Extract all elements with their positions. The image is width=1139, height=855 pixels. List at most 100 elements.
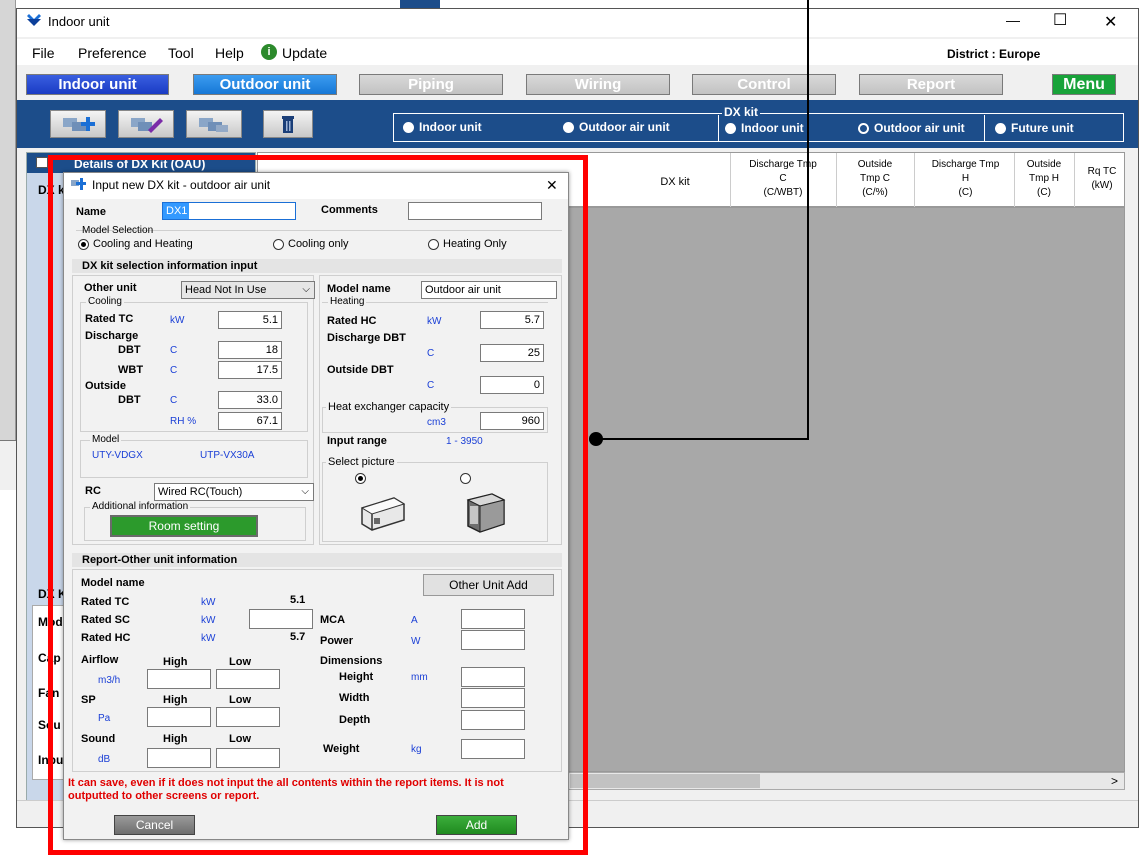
tab-wiring[interactable]: Wiring <box>526 74 670 95</box>
col-discharge-h-l1: Discharge Tmp <box>931 159 1000 170</box>
airflow-label: Airflow <box>81 654 119 666</box>
radio-heating-only-label: Heating Only <box>443 238 507 250</box>
box-unit-picture[interactable] <box>464 492 508 534</box>
heating-group-label: Heating <box>328 296 367 307</box>
radio-heating-only[interactable]: Heating Only <box>428 238 507 250</box>
tab-menu[interactable]: Menu <box>1052 74 1116 95</box>
dialog-close-button[interactable]: ✕ <box>546 177 558 194</box>
name-input[interactable]: DX1 <box>162 202 296 220</box>
tab-indoor-unit[interactable]: Indoor unit <box>26 74 169 95</box>
power-input[interactable] <box>461 630 525 650</box>
radio-indoor-unit[interactable]: Indoor unit <box>403 120 482 134</box>
radio-outdoor-air-unit[interactable]: Outdoor air unit <box>563 120 670 134</box>
wall-unit-picture[interactable] <box>358 494 408 532</box>
edit-kit-icon <box>131 118 163 133</box>
rated-tc-input[interactable]: 5.1 <box>218 311 282 329</box>
window-title: Indoor unit <box>48 14 110 29</box>
comments-label: Comments <box>321 204 378 216</box>
menu-update[interactable]: Update <box>282 45 327 61</box>
col-outside-c-l1: Outside <box>857 159 893 170</box>
width-label: Width <box>339 692 370 704</box>
sound-low-input[interactable] <box>216 748 280 768</box>
weight-input[interactable] <box>461 739 525 759</box>
info-icon: i <box>261 44 277 60</box>
outside-dbt-input[interactable]: 33.0 <box>218 391 282 409</box>
rc-label: RC <box>85 485 101 497</box>
report-rated-sc-input[interactable] <box>249 609 313 629</box>
cancel-button[interactable]: Cancel <box>114 815 195 835</box>
tab-report[interactable]: Report <box>859 74 1003 95</box>
outside-dbt-label: DBT <box>118 394 141 406</box>
radio-dxkit-indoor[interactable]: Indoor unit <box>725 121 804 135</box>
copy-button[interactable] <box>186 110 242 138</box>
rc-select[interactable]: Wired RC(Touch) ⌵ <box>154 483 314 501</box>
minimize-button[interactable]: — <box>1006 12 1020 28</box>
chevron-down-icon: ⌵ <box>301 486 309 497</box>
sp-high-input[interactable] <box>147 707 211 727</box>
dxkit-group-label: DX kit <box>722 105 761 119</box>
radio-dxkit-outdoor[interactable]: Outdoor air unit <box>858 121 965 135</box>
wbt-input[interactable]: 17.5 <box>218 361 282 379</box>
scroll-right-arrow[interactable]: > <box>1111 774 1118 788</box>
mca-label: MCA <box>320 614 346 626</box>
sp-high-label: High <box>163 694 188 706</box>
sp-low-input[interactable] <box>216 707 280 727</box>
airflow-low-input[interactable] <box>216 669 280 689</box>
radio-future-unit[interactable]: Future unit <box>995 121 1074 135</box>
hex-label: Heat exchanger capacity <box>326 401 452 413</box>
radio-outdoor-air-unit-label: Outdoor air unit <box>579 120 670 134</box>
close-button[interactable]: ✕ <box>1104 12 1117 32</box>
scrollbar-thumb[interactable] <box>570 774 760 788</box>
menu-file[interactable]: File <box>32 45 55 61</box>
comments-input[interactable] <box>408 202 542 220</box>
radio-cooling-only[interactable]: Cooling only <box>273 238 349 250</box>
room-setting-button[interactable]: Room setting <box>110 515 258 537</box>
rated-hc-input[interactable]: 5.7 <box>480 311 544 329</box>
picture-radio-wall[interactable] <box>355 471 370 485</box>
rated-hc-unit: kW <box>427 316 442 327</box>
model-indoor: UTY-VDGX <box>92 450 143 461</box>
tab-outdoor-unit[interactable]: Outdoor unit <box>193 74 337 95</box>
other-unit-add-button[interactable]: Other Unit Add <box>423 574 554 596</box>
warning-text: It can save, even if it does not input t… <box>68 777 504 802</box>
wbt-unit: C <box>170 365 178 376</box>
sound-unit: dB <box>98 754 111 765</box>
depth-input[interactable] <box>461 710 525 730</box>
report-rated-hc-label: Rated HC <box>81 632 131 644</box>
maximize-button[interactable]: ☐ <box>1053 10 1067 30</box>
section-dxkit-selection: DX kit selection information input <box>72 259 562 273</box>
cooling-group-label: Cooling <box>86 296 124 307</box>
width-input[interactable] <box>461 688 525 708</box>
edit-button[interactable] <box>118 110 174 138</box>
sound-high-input[interactable] <box>147 748 211 768</box>
model-name-input[interactable]: Outdoor air unit <box>421 281 557 299</box>
col-outside-c-header: Outside Tmp C (C/%) <box>840 158 910 200</box>
tab-control[interactable]: Control <box>692 74 836 95</box>
input-range-value: 1 - 3950 <box>446 436 483 447</box>
outside-dbt-unit: C <box>170 395 178 406</box>
picture-radio-box[interactable] <box>460 471 475 485</box>
trash-icon <box>282 116 294 133</box>
add-button-dialog[interactable]: Add <box>436 815 517 835</box>
outside-dbt-heating-input[interactable]: 0 <box>480 376 544 394</box>
rh-input[interactable]: 67.1 <box>218 412 282 430</box>
dbt-unit: C <box>170 345 178 356</box>
radio-cooling-heating[interactable]: Cooling and Heating <box>78 238 193 250</box>
menu-preference[interactable]: Preference <box>78 45 146 61</box>
callout-vertical-line <box>807 0 809 440</box>
outside-label: Outside <box>85 380 126 392</box>
add-button[interactable] <box>50 110 106 138</box>
tab-piping[interactable]: Piping <box>359 74 503 95</box>
height-input[interactable] <box>461 667 525 687</box>
other-unit-select[interactable]: Head Not In Use ⌵ <box>181 281 315 299</box>
menu-tool[interactable]: Tool <box>168 45 194 61</box>
hex-input[interactable]: 960 <box>480 412 544 430</box>
menu-help[interactable]: Help <box>215 45 244 61</box>
power-label: Power <box>320 635 354 647</box>
airflow-high-input[interactable] <box>147 669 211 689</box>
model-group-label: Model <box>90 434 122 445</box>
discharge-dbt-input[interactable]: 25 <box>480 344 544 362</box>
delete-button[interactable] <box>263 110 313 138</box>
dbt-input[interactable]: 18 <box>218 341 282 359</box>
mca-input[interactable] <box>461 609 525 629</box>
